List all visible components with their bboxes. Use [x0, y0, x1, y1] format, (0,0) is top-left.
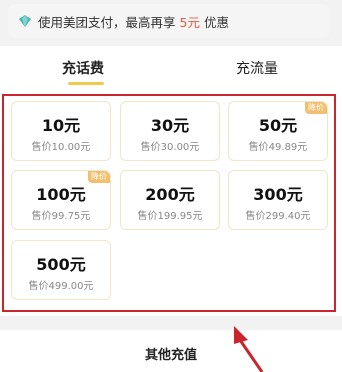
promo-text: 使用美团支付，最高再享 — [38, 14, 176, 30]
recharge-option-30[interactable]: 30元 售价30.00元 — [120, 101, 220, 161]
recharge-amount: 200元 — [145, 185, 195, 204]
recharge-price: 售价299.40元 — [245, 211, 311, 222]
recharge-option-50[interactable]: 降价 50元 售价49.89元 — [228, 101, 328, 161]
recharge-price: 售价99.75元 — [31, 211, 91, 222]
tab-phone-recharge[interactable]: 充话费 — [62, 58, 104, 78]
promo-suffix: 优惠 — [203, 14, 229, 30]
recharge-amount: 500元 — [36, 255, 86, 274]
tab-bar: 充话费 充流量 — [0, 46, 342, 88]
recharge-amount: 50元 — [258, 116, 298, 135]
promo-banner[interactable]: 使用美团支付，最高再享 5元 优惠 — [8, 4, 330, 38]
recharge-price: 售价199.95元 — [137, 211, 203, 222]
recharge-amount: 10元 — [41, 116, 81, 135]
recharge-option-500[interactable]: 500元 售价499.00元 — [11, 240, 111, 300]
recharge-option-10[interactable]: 10元 售价10.00元 — [11, 101, 111, 161]
tab-active-indicator — [68, 82, 104, 85]
recharge-amount: 300元 — [253, 185, 303, 204]
recharge-panel: 充话费 充流量 10元 售价10.00元 30元 售价30.00元 降价 50元… — [0, 46, 342, 316]
other-recharge-button[interactable]: 其他充值 — [0, 344, 342, 363]
recharge-price: 售价499.00元 — [28, 281, 94, 292]
tab-data-recharge[interactable]: 充流量 — [236, 58, 278, 78]
recharge-option-100[interactable]: 降价 100元 售价99.75元 — [11, 170, 111, 230]
highlight-annotation-box: 10元 售价10.00元 30元 售价30.00元 降价 50元 售价49.89… — [2, 94, 336, 312]
recharge-price: 售价49.89元 — [248, 142, 308, 153]
recharge-price: 售价30.00元 — [140, 142, 200, 153]
promo-highlight: 5元 — [179, 14, 200, 30]
recharge-option-300[interactable]: 300元 售价299.40元 — [228, 170, 328, 230]
diamond-icon — [19, 15, 31, 27]
recharge-amount: 100元 — [36, 185, 86, 204]
recharge-option-200[interactable]: 200元 售价199.95元 — [120, 170, 220, 230]
recharge-amount: 30元 — [150, 116, 190, 135]
recharge-price: 售价10.00元 — [31, 142, 91, 153]
other-recharge-bar[interactable]: 其他充值 — [0, 330, 342, 372]
